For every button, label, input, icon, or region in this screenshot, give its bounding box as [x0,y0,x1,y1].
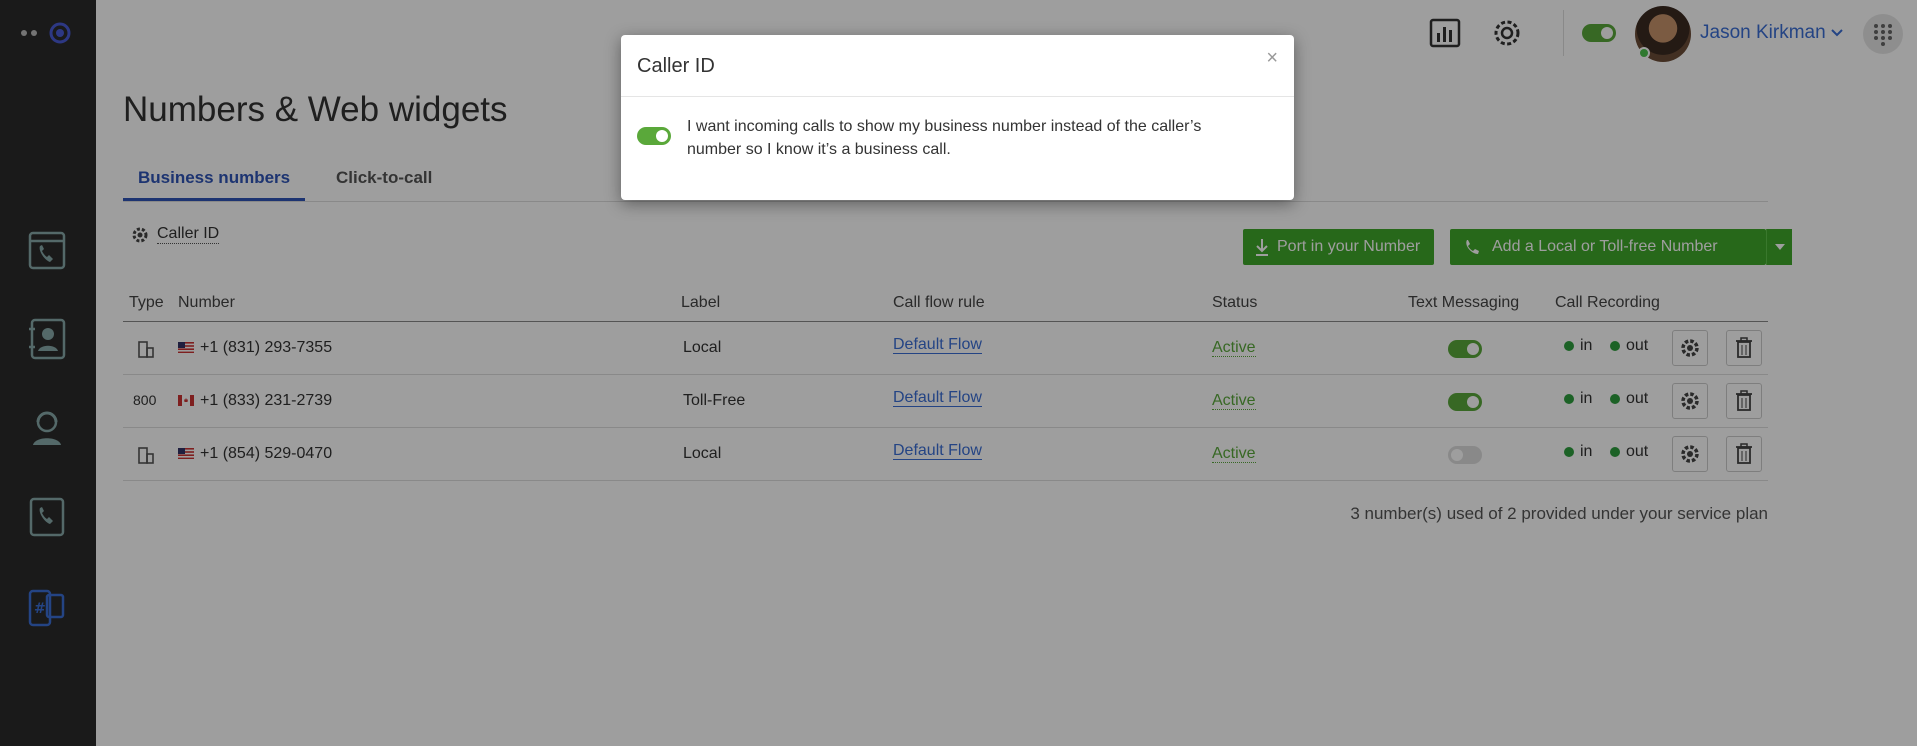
modal-header: Caller ID × [621,35,1294,97]
caller-id-toggle[interactable] [637,127,671,145]
caller-id-description: I want incoming calls to show my busines… [687,118,1202,158]
caller-id-modal: Caller ID × I want incoming calls to sho… [621,35,1294,200]
modal-title: Caller ID [637,55,715,77]
close-icon[interactable]: × [1266,47,1278,70]
